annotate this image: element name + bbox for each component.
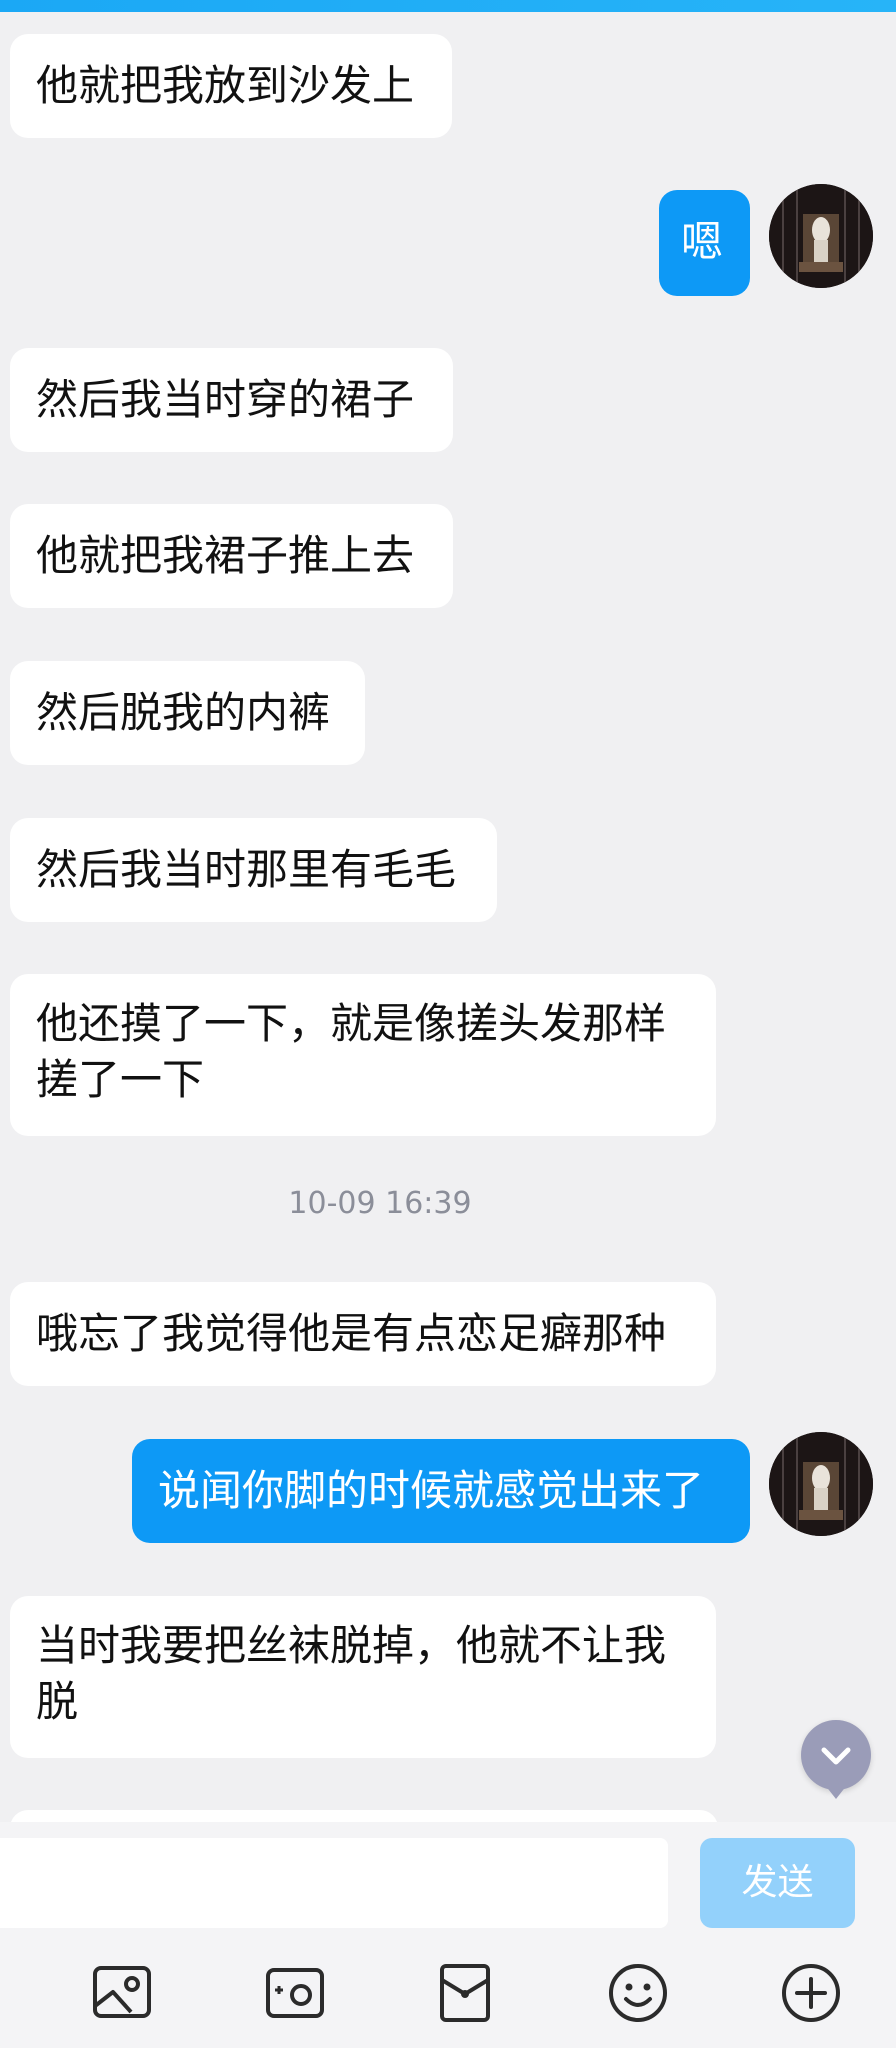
top-status-strip xyxy=(0,0,896,12)
scroll-to-bottom-button[interactable] xyxy=(801,1720,871,1799)
message-text: 哦忘了我觉得他是有点恋足癖那种 xyxy=(36,1309,667,1358)
red-packet-icon xyxy=(440,1964,490,2022)
camera-icon xyxy=(266,1968,324,2018)
red-packet-button[interactable] xyxy=(434,1962,496,2024)
message-text: 嗯 xyxy=(681,217,724,266)
message-text: 然后我当时那里有毛毛 xyxy=(36,845,457,894)
message-input[interactable] xyxy=(0,1838,668,1928)
emoji-icon xyxy=(609,1964,667,2022)
message-bubble-outgoing[interactable]: 说闻你脚的时候就感觉出来了 xyxy=(132,1439,750,1543)
message-text: 说闻你脚的时候就感觉出来了 xyxy=(158,1466,705,1515)
message-bubble-incoming[interactable]: 哦忘了我觉得他是有点恋足癖那种 xyxy=(10,1282,716,1386)
message-bubble-incoming[interactable]: 然后脱我的内裤 xyxy=(10,661,365,765)
message-text: 当时我要把丝袜脱掉，他就不让我脱 xyxy=(36,1621,667,1726)
more-button[interactable] xyxy=(780,1962,842,2024)
message-text: 他还摸了一下，就是像搓头发那样搓了一下 xyxy=(36,999,667,1104)
message-bubble-incoming[interactable]: 当时我要把丝袜脱掉，他就不让我脱 xyxy=(10,1596,716,1758)
image-icon xyxy=(93,1966,151,2018)
user-avatar[interactable] xyxy=(769,184,873,288)
image-button[interactable] xyxy=(91,1962,153,2024)
message-text: 然后脱我的内裤 xyxy=(36,688,331,737)
message-text: 他就把我放到沙发上 xyxy=(36,61,415,110)
message-bubble-incoming[interactable]: 他就把我放到沙发上 xyxy=(10,34,452,138)
chevron-down-icon xyxy=(821,1747,851,1765)
avatar-image-icon xyxy=(769,1432,873,1536)
message-bubble-incoming[interactable]: 然后我当时那里有毛毛 xyxy=(10,818,497,922)
plus-icon xyxy=(782,1964,840,2022)
avatar-image-icon xyxy=(769,184,873,288)
message-timestamp: 10-09 16:39 xyxy=(288,1186,472,1221)
message-text: 然后我当时穿的裙子 xyxy=(36,375,415,424)
message-bubble-outgoing[interactable]: 嗯 xyxy=(659,190,750,296)
message-bubble-incoming[interactable]: 他就把我裙子推上去 xyxy=(10,504,453,608)
message-text: 他就把我裙子推上去 xyxy=(36,531,415,580)
message-bubble-incoming[interactable]: 然后我当时穿的裙子 xyxy=(10,348,453,452)
message-bubble-incoming[interactable]: 他还摸了一下，就是像搓头发那样搓了一下 xyxy=(10,974,716,1136)
user-avatar[interactable] xyxy=(769,1432,873,1536)
send-button[interactable]: 发送 xyxy=(700,1838,855,1928)
camera-button[interactable] xyxy=(264,1962,326,2024)
emoji-button[interactable] xyxy=(607,1962,669,2024)
